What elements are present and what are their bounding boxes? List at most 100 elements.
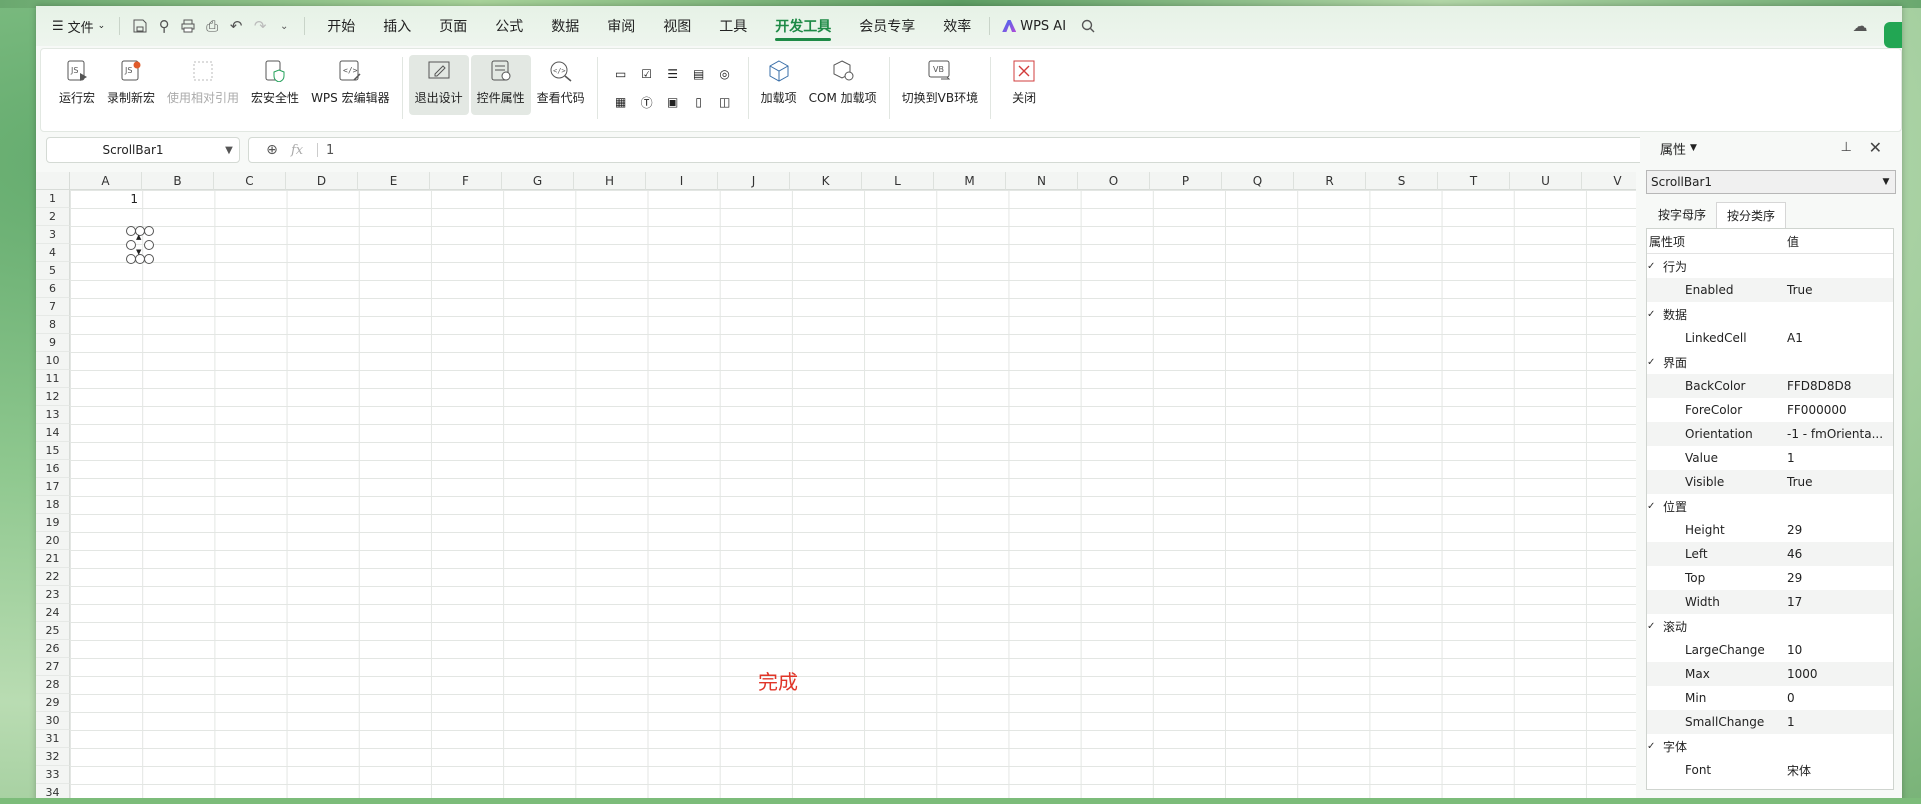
resize-handle[interactable] — [144, 254, 154, 264]
tab-categorized[interactable]: 按分类序 — [1716, 202, 1787, 228]
column-header[interactable]: S — [1366, 172, 1438, 190]
property-row[interactable]: Max 1000 — [1647, 662, 1893, 686]
property-value[interactable]: 10 — [1783, 643, 1893, 657]
column-header[interactable]: F — [430, 172, 502, 190]
print-icon[interactable] — [176, 14, 200, 38]
expand-chevron-icon[interactable]: ✓ — [1647, 357, 1659, 368]
property-value[interactable]: 1 — [1783, 715, 1893, 729]
property-row[interactable]: Visible True — [1647, 470, 1893, 494]
row-header[interactable]: 11 — [36, 370, 70, 388]
property-value[interactable]: 46 — [1783, 547, 1893, 561]
chevron-down-icon[interactable]: ⌄ — [272, 14, 296, 38]
row-header[interactable]: 4 — [36, 244, 70, 262]
column-header[interactable]: N — [1006, 172, 1078, 190]
record-macro-button[interactable]: JS 录制新宏 — [101, 49, 161, 119]
property-value[interactable]: 29 — [1783, 571, 1893, 585]
row-header[interactable]: 16 — [36, 460, 70, 478]
property-value[interactable]: 宋体 — [1783, 762, 1893, 779]
row-header[interactable]: 8 — [36, 316, 70, 334]
property-category[interactable]: ✓ 数据 — [1647, 302, 1893, 326]
tab-alphabetic[interactable]: 按字母序 — [1648, 202, 1716, 228]
column-header[interactable]: R — [1294, 172, 1366, 190]
column-header[interactable]: E — [358, 172, 430, 190]
row-header[interactable]: 7 — [36, 298, 70, 316]
row-header[interactable]: 18 — [36, 496, 70, 514]
select-all-corner[interactable] — [36, 172, 70, 190]
row-header[interactable]: 31 — [36, 730, 70, 748]
chevron-down-icon[interactable]: ▼ — [1877, 177, 1895, 187]
macro-security-button[interactable]: 宏安全性 — [245, 49, 305, 119]
row-header[interactable]: 12 — [36, 388, 70, 406]
properties-title[interactable]: 属性 — [1660, 139, 1686, 158]
picture-control-icon[interactable]: ▣ — [660, 89, 686, 115]
wps-macro-editor-button[interactable]: </> WPS 宏编辑器 — [305, 49, 396, 119]
column-header[interactable]: H — [574, 172, 646, 190]
row-header[interactable]: 10 — [36, 352, 70, 370]
close-icon[interactable]: ✕ — [1869, 138, 1882, 157]
formula-bar[interactable]: ⊕ fx 1 — [248, 137, 1668, 163]
share-button[interactable] — [1884, 22, 1902, 48]
save-icon[interactable] — [128, 14, 152, 38]
property-category[interactable]: ✓ 滚动 — [1647, 614, 1893, 638]
column-header[interactable]: C — [214, 172, 286, 190]
property-value[interactable]: 0 — [1783, 691, 1893, 705]
cell-a1[interactable]: 1 — [70, 190, 142, 208]
property-row[interactable]: Font 宋体 — [1647, 758, 1893, 782]
column-header[interactable]: T — [1438, 172, 1510, 190]
cloud-icon[interactable]: ☁ — [1850, 16, 1870, 36]
expand-chevron-icon[interactable]: ✓ — [1647, 741, 1659, 752]
row-header[interactable]: 27 — [36, 658, 70, 676]
expand-chevron-icon[interactable]: ✓ — [1647, 501, 1659, 512]
tab-insert[interactable]: 插入 — [369, 6, 425, 46]
property-value[interactable]: -1 - fmOrienta... — [1783, 427, 1893, 441]
run-macro-button[interactable]: JS 运行宏 — [53, 49, 101, 119]
row-header[interactable]: 17 — [36, 478, 70, 496]
property-row[interactable]: LinkedCell A1 — [1647, 326, 1893, 350]
property-value[interactable]: FF000000 — [1783, 403, 1893, 417]
property-row[interactable]: SmallChange 1 — [1647, 710, 1893, 734]
combobox-control-icon[interactable]: ▤ — [686, 61, 712, 87]
button-control-icon[interactable]: ▭ — [608, 61, 634, 87]
row-header[interactable]: 9 — [36, 334, 70, 352]
row-header[interactable]: 21 — [36, 550, 70, 568]
row-header[interactable]: 13 — [36, 406, 70, 424]
object-select[interactable]: ScrollBar1 ▼ — [1646, 170, 1896, 194]
column-header[interactable]: I — [646, 172, 718, 190]
scroll-up-arrow-icon[interactable]: ▲ — [136, 233, 141, 241]
row-header[interactable]: 22 — [36, 568, 70, 586]
tab-developer[interactable]: 开发工具 — [761, 6, 845, 46]
row-header[interactable]: 26 — [36, 640, 70, 658]
checkbox-control-icon[interactable]: ☑ — [634, 61, 660, 87]
property-category[interactable]: ✓ 字体 — [1647, 734, 1893, 758]
column-header[interactable]: D — [286, 172, 358, 190]
row-header[interactable]: 2 — [36, 208, 70, 226]
zoom-icon[interactable]: ⊕ — [261, 142, 283, 158]
row-header[interactable]: 1 — [36, 190, 70, 208]
spin-button-icon[interactable]: ◫ — [712, 89, 738, 115]
chevron-down-icon[interactable]: ▼ — [219, 145, 239, 156]
property-value[interactable]: True — [1783, 283, 1893, 297]
resize-handle[interactable] — [144, 226, 154, 236]
expand-chevron-icon[interactable]: ✓ — [1647, 621, 1659, 632]
tab-efficiency[interactable]: 效率 — [929, 6, 985, 46]
listbox-control-icon[interactable]: ☰ — [660, 61, 686, 87]
expand-chevron-icon[interactable]: ✓ — [1647, 261, 1659, 272]
property-row[interactable]: Width 17 — [1647, 590, 1893, 614]
switch-vb-button[interactable]: VB 切换到VB环境 — [896, 49, 984, 119]
property-row[interactable]: LargeChange 10 — [1647, 638, 1893, 662]
file-menu[interactable]: ☰ 文件 ⌄ — [46, 6, 111, 46]
column-header[interactable]: M — [934, 172, 1006, 190]
chevron-down-icon[interactable]: ▼ — [1690, 143, 1697, 153]
row-header[interactable]: 24 — [36, 604, 70, 622]
search-icon[interactable] — [1076, 14, 1100, 38]
property-value[interactable]: True — [1783, 475, 1893, 489]
property-category[interactable]: ✓ 界面 — [1647, 350, 1893, 374]
row-header[interactable]: 6 — [36, 280, 70, 298]
spreadsheet-grid[interactable]: ABCDEFGHIJKLMNOPQRSTUV 1 2 3 4 5 6 7 8 9 10 11 12 13… — [36, 172, 1636, 802]
tab-member[interactable]: 会员专享 — [845, 6, 929, 46]
row-header[interactable]: 33 — [36, 766, 70, 784]
column-header[interactable]: G — [502, 172, 574, 190]
row-header[interactable]: 29 — [36, 694, 70, 712]
column-header[interactable]: Q — [1222, 172, 1294, 190]
row-header[interactable]: 3 — [36, 226, 70, 244]
